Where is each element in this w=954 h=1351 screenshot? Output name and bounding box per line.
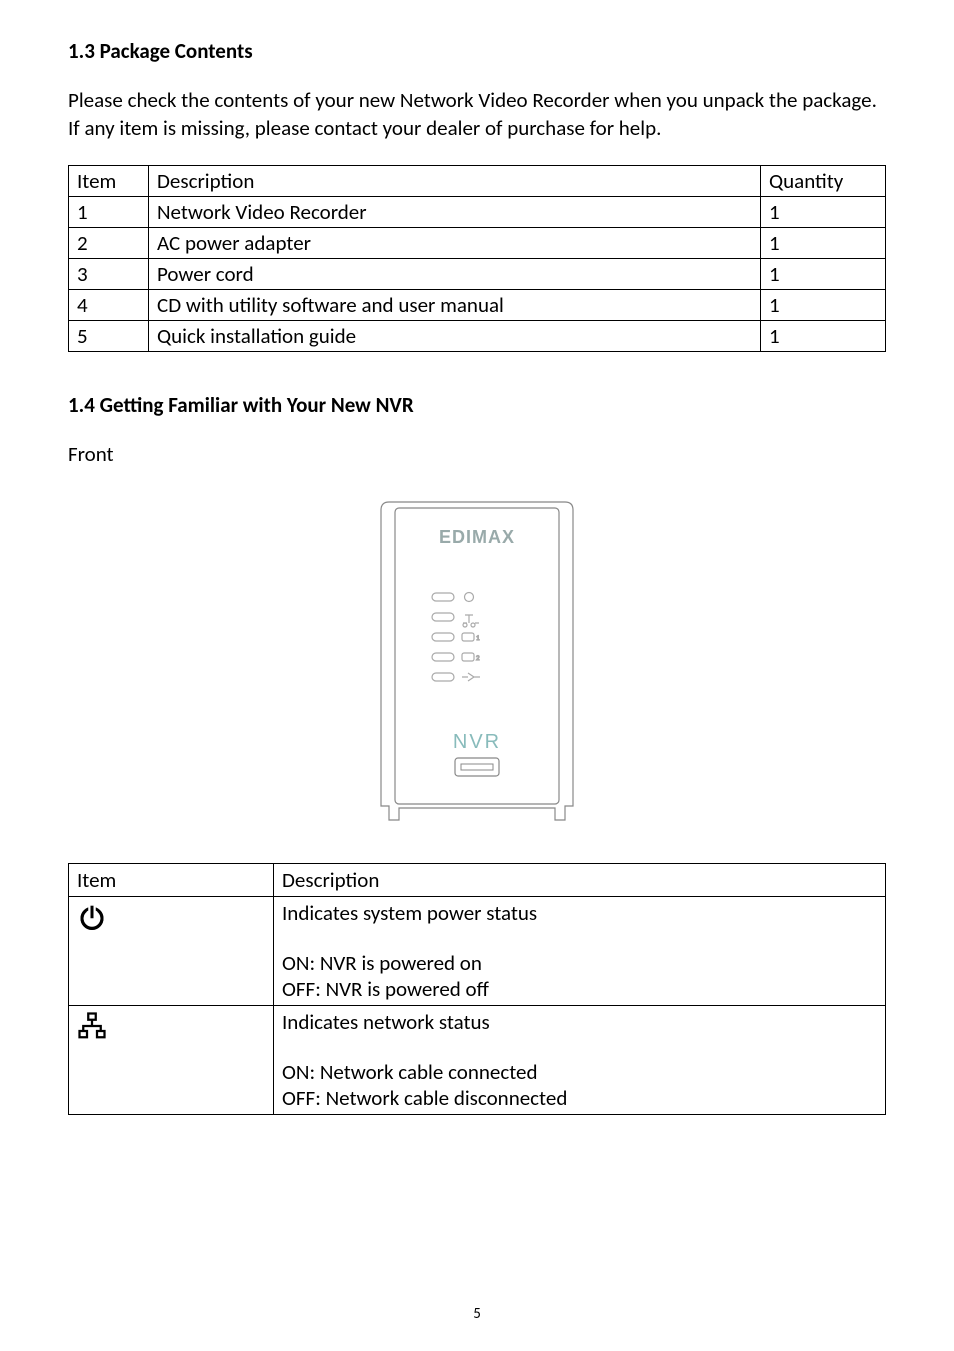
desc-line: ON: Network cable connected — [282, 1059, 879, 1085]
front-label: Front — [68, 440, 886, 468]
cell-quantity: 1 — [761, 289, 886, 320]
cell-quantity: 1 — [761, 227, 886, 258]
cell-item: 5 — [69, 320, 149, 351]
cell-item: 4 — [69, 289, 149, 320]
cell-quantity: 1 — [761, 196, 886, 227]
device-front-illustration: EDIMAX 1 2 NVR — [377, 498, 577, 828]
package-contents-table: Item Description Quantity 1 Network Vide… — [68, 165, 886, 352]
section-heading-familiar: 1.4 Getting Familiar with Your New NVR — [68, 392, 886, 418]
header-description: Description — [149, 165, 761, 196]
table-row: Indicates network status ON: Network cab… — [69, 1006, 886, 1115]
device-figure-container: EDIMAX 1 2 NVR — [68, 498, 886, 828]
cell-description: CD with utility software and user manual — [149, 289, 761, 320]
header-item: Item — [69, 864, 274, 897]
device-model-label: NVR — [453, 731, 501, 753]
header-item: Item — [69, 165, 149, 196]
indicator-description-table: Item Description Indicates system power … — [68, 863, 886, 1115]
table-row: 2 AC power adapter 1 — [69, 227, 886, 258]
cell-item: 1 — [69, 196, 149, 227]
cell-item: 3 — [69, 258, 149, 289]
table-row: 3 Power cord 1 — [69, 258, 886, 289]
table-row: Indicates system power status ON: NVR is… — [69, 897, 886, 1006]
package-intro-paragraph: Please check the contents of your new Ne… — [68, 86, 886, 143]
cell-quantity: 1 — [761, 258, 886, 289]
cell-description: AC power adapter — [149, 227, 761, 258]
power-icon — [77, 902, 107, 932]
desc-line: OFF: NVR is powered off — [282, 976, 879, 1002]
desc-line: OFF: Network cable disconnected — [282, 1085, 879, 1111]
table-header-row: Item Description Quantity — [69, 165, 886, 196]
table-header-row: Item Description — [69, 864, 886, 897]
cell-description: Network Video Recorder — [149, 196, 761, 227]
cell-description: Indicates network status ON: Network cab… — [274, 1006, 886, 1115]
table-row: 5 Quick installation guide 1 — [69, 320, 886, 351]
desc-line: Indicates network status — [282, 1009, 879, 1035]
desc-line: Indicates system power status — [282, 900, 879, 926]
section-heading-package: 1.3 Package Contents — [68, 38, 886, 64]
spacer — [282, 926, 879, 950]
cell-item-icon — [69, 1006, 274, 1115]
table-row: 4 CD with utility software and user manu… — [69, 289, 886, 320]
header-quantity: Quantity — [761, 165, 886, 196]
cell-description: Power cord — [149, 258, 761, 289]
brand-text: EDIMAX — [439, 527, 515, 547]
cell-item: 2 — [69, 227, 149, 258]
table-row: 1 Network Video Recorder 1 — [69, 196, 886, 227]
spacer — [282, 1035, 879, 1059]
cell-item-icon — [69, 897, 274, 1006]
network-icon — [77, 1011, 107, 1041]
desc-line: ON: NVR is powered on — [282, 950, 879, 976]
cell-quantity: 1 — [761, 320, 886, 351]
svg-text:2: 2 — [476, 653, 480, 662]
svg-text:1: 1 — [476, 633, 480, 642]
cell-description: Quick installation guide — [149, 320, 761, 351]
cell-description: Indicates system power status ON: NVR is… — [274, 897, 886, 1006]
header-description: Description — [274, 864, 886, 897]
page-number: 5 — [0, 1305, 954, 1323]
